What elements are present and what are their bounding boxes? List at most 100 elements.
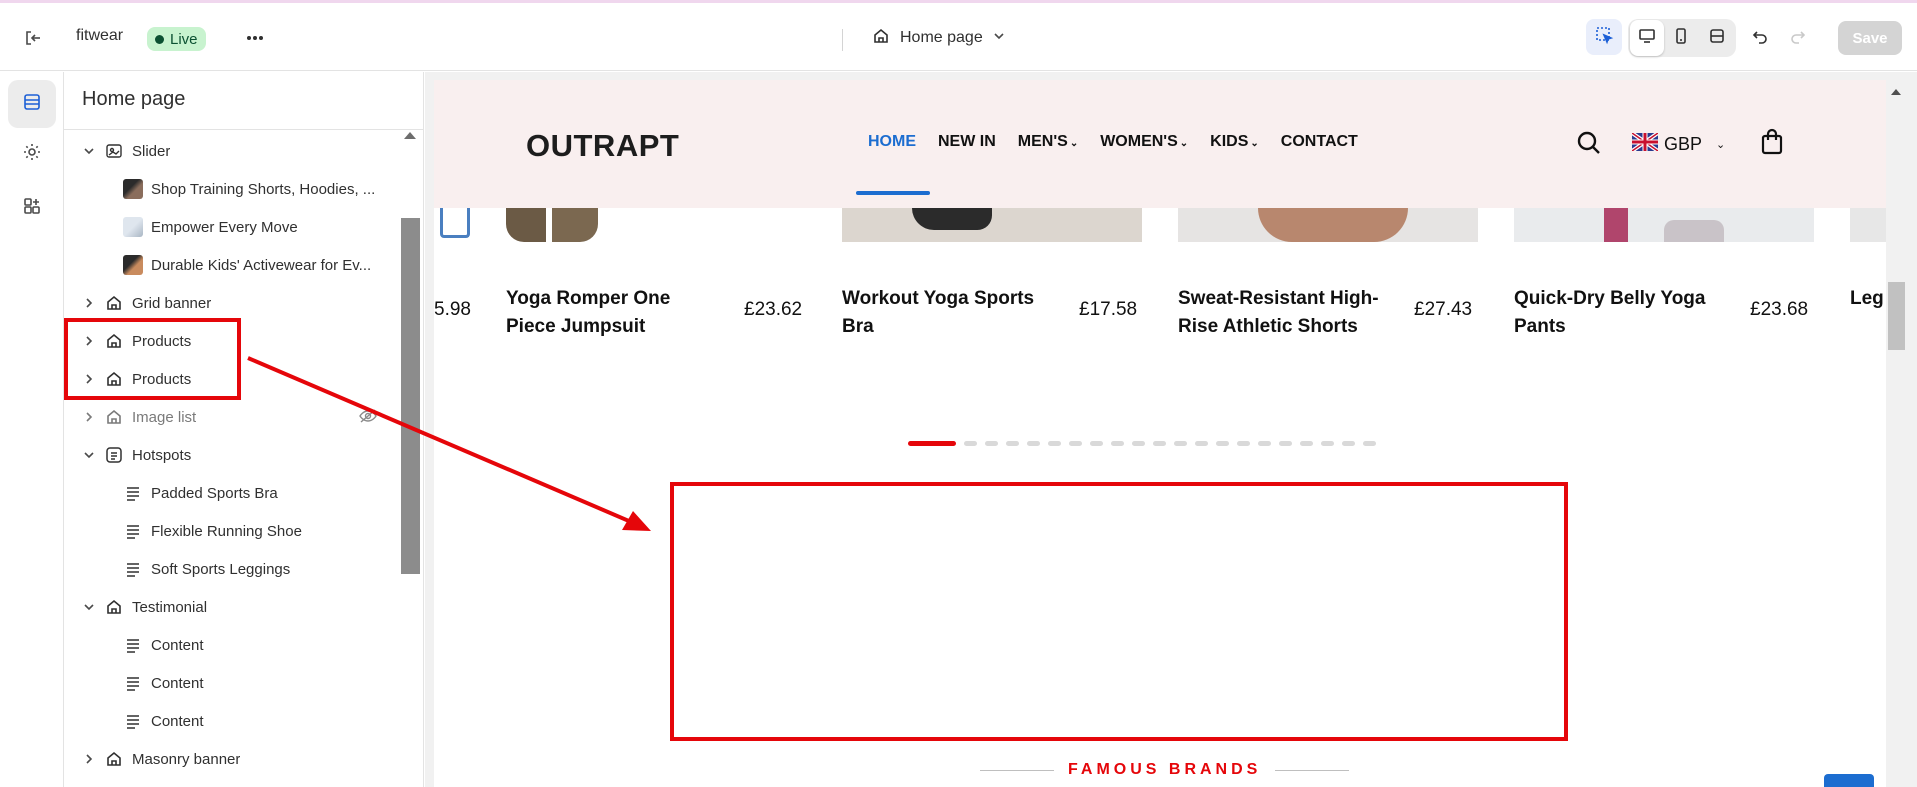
slider-dot[interactable] [985,440,998,446]
theme-settings-rail-button[interactable] [8,130,56,178]
eye-hidden-icon[interactable] [358,408,378,428]
slider-dot[interactable] [1300,440,1313,446]
fullwidth-view-button[interactable] [1700,20,1734,56]
product-title[interactable]: Leg [1850,285,1886,313]
tree-item-slide-3[interactable]: Durable Kids' Activewear for Ev... [64,246,400,284]
product-image[interactable] [1514,208,1814,242]
slide-thumbnail-icon [123,179,143,199]
slider-dot[interactable] [1006,440,1019,446]
slider-dot[interactable] [1279,440,1292,446]
product-image[interactable] [1850,208,1886,242]
redo-button[interactable] [1780,20,1816,56]
tree-item-hotspot-1[interactable]: Padded Sports Bra [64,474,400,512]
sections-rail-button[interactable] [8,80,56,128]
more-actions-button[interactable] [240,25,270,51]
back-to-top-button[interactable] [1824,774,1874,787]
fullwidth-icon [1708,27,1726,50]
tree-item-hotspots[interactable]: Hotspots [64,436,400,474]
undo-button[interactable] [1742,20,1778,56]
cart-bag-icon[interactable] [1760,128,1784,161]
exit-icon[interactable] [20,25,46,51]
slider-dot[interactable] [1069,440,1082,446]
product-image[interactable] [506,208,598,242]
famous-brands-heading: FAMOUS BRANDS [980,761,1350,779]
chevron-down-icon[interactable] [82,600,96,614]
page-selector[interactable]: Home page [872,25,1005,51]
slider-dot[interactable] [1153,440,1166,446]
tree-item-slide-1[interactable]: Shop Training Shorts, Hoodies, ... [64,170,400,208]
product-price: 5.98 [434,299,471,320]
preview-scrollbar[interactable] [1886,80,1906,787]
tree-item-label: Slider [132,142,171,160]
tree-item-slider[interactable]: Slider [64,132,400,170]
slider-dot[interactable] [1216,440,1229,446]
tree-item-slide-2[interactable]: Empower Every Move [64,208,400,246]
slider-dot[interactable] [1174,440,1187,446]
slider-dot[interactable] [1027,440,1040,446]
product-image[interactable] [434,208,470,242]
tree-item-hotspot-2[interactable]: Flexible Running Shoe [64,512,400,550]
nav-item-womens[interactable]: WOMEN'S ⌄ [1100,133,1188,151]
product-image[interactable] [842,208,1142,242]
tree-item-testimonial[interactable]: Testimonial [64,588,400,626]
search-icon[interactable] [1576,130,1602,161]
tree-item-hotspot-3[interactable]: Soft Sports Leggings [64,550,400,588]
chevron-right-icon[interactable] [82,410,96,424]
product-price: £23.62 [744,299,803,320]
nav-item-home[interactable]: HOME [868,133,916,151]
slider-dot[interactable] [1321,440,1334,446]
mobile-view-button[interactable] [1664,20,1698,56]
nav-item-mens[interactable]: MEN'S ⌄ [1018,133,1078,151]
tree-item-grid-banner[interactable]: Grid banner [64,284,400,322]
save-button[interactable]: Save [1838,21,1902,55]
panel-scrollbar-thumb[interactable] [401,218,420,574]
store-logo[interactable]: OUTRAPT [526,128,679,164]
chevron-right-icon[interactable] [82,296,96,310]
product-price: £27.43 [1414,299,1473,320]
chevron-right-icon[interactable] [82,752,96,766]
slider-dot[interactable] [1111,440,1124,446]
desktop-view-button[interactable] [1630,20,1664,56]
currency-label: GBP [1664,134,1703,154]
tree-item-content-2[interactable]: Content [64,664,400,702]
preview-scroll-up-arrow[interactable] [1891,89,1901,95]
currency-selector[interactable]: GBP ⌄ [1630,131,1725,156]
panel-scroll-up-arrow[interactable] [404,132,416,139]
product-title[interactable]: Yoga Romper One Piece Jumpsuit [506,285,686,341]
text-block-icon [123,521,143,541]
slider-dot[interactable] [1090,440,1103,446]
tree-item-content-1[interactable]: Content [64,626,400,664]
product-title[interactable]: Sweat-Resistant High-Rise Athletic Short… [1178,285,1408,341]
nav-item-kids[interactable]: KIDS ⌄ [1210,133,1259,151]
slider-dot[interactable] [1132,440,1145,446]
apps-rail-button[interactable] [8,184,56,232]
slider-dot[interactable] [1258,440,1271,446]
slider-dot[interactable] [1195,440,1208,446]
chevron-down-icon: ⌄ [1250,138,1259,149]
inspector-toggle-button[interactable] [1586,19,1622,55]
product-image[interactable] [1178,208,1478,242]
preview-scrollbar-thumb[interactable] [1888,282,1905,350]
slider-dot[interactable] [1048,440,1061,446]
slider-dot[interactable] [964,440,977,446]
tree-item-content-3[interactable]: Content [64,702,400,740]
chevron-down-icon[interactable] [82,448,96,462]
tree-item-masonry-banner[interactable]: Masonry banner [64,740,400,778]
slider-dot[interactable] [1237,440,1250,446]
slider-dot[interactable] [1363,440,1376,446]
store-name[interactable]: fitwear [76,27,123,45]
chevron-down-icon[interactable] [82,144,96,158]
tree-item-label: Testimonial [132,598,208,616]
slider-dot-active[interactable] [908,440,956,446]
text-block-icon [123,559,143,579]
product-title[interactable]: Quick-Dry Belly Yoga Pants [1514,285,1744,341]
nav-item-contact[interactable]: CONTACT [1281,133,1358,151]
tree-item-image-list[interactable]: Image list [64,398,400,436]
panel-title: Home page [82,88,186,110]
nav-item-new-in[interactable]: NEW IN [938,133,996,151]
slider-dot[interactable] [1342,440,1355,446]
topbar-divider [842,29,843,51]
product-title[interactable]: Workout Yoga Sports Bra [842,285,1042,341]
tree-item-label: Hotspots [132,446,192,464]
product-price: £17.58 [1079,299,1138,320]
